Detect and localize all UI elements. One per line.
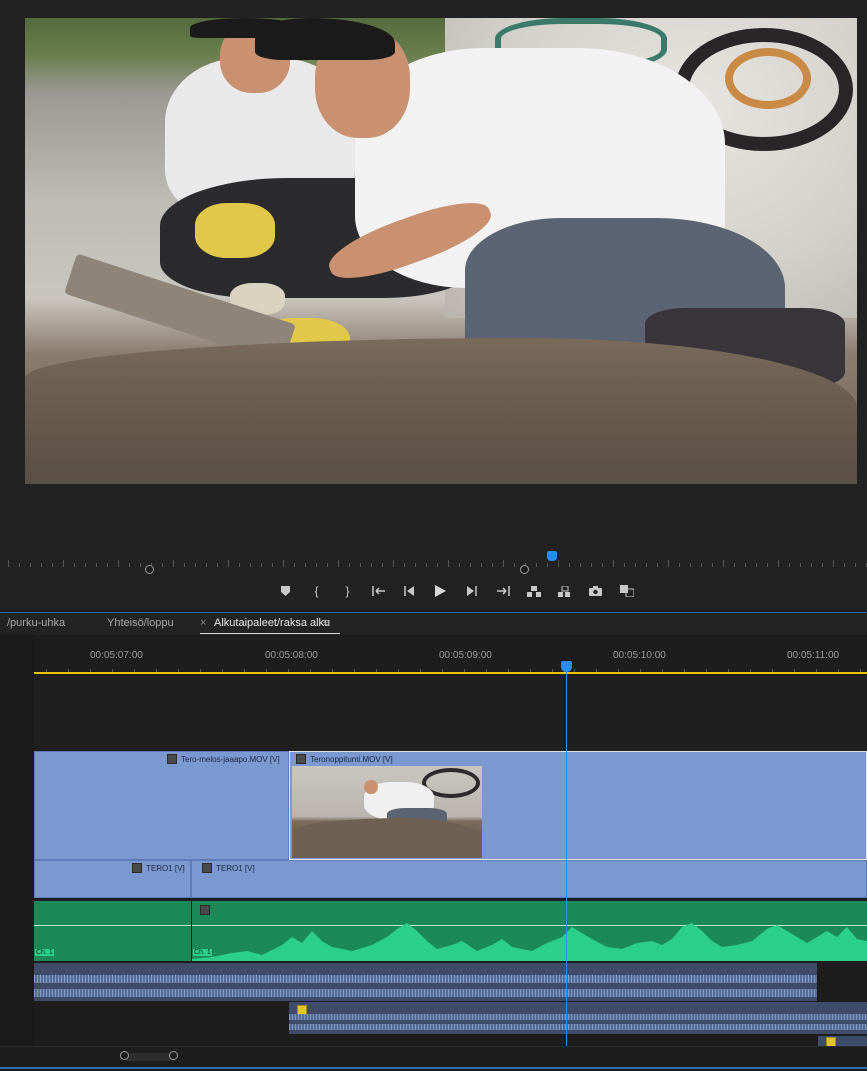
- audio-clip-a[interactable]: Ch. 1: [34, 901, 191, 961]
- step-back-icon: [404, 586, 414, 596]
- mark-out-icon: }: [345, 584, 350, 598]
- audio-clip-b[interactable]: Ch. 1: [192, 901, 867, 961]
- go-to-in-icon: [371, 586, 385, 596]
- track-header-column: [0, 634, 34, 1046]
- compare-view-icon: [619, 585, 634, 597]
- video-track-2: Tero-melos-jaaapo.MOV [V] Teronoppitunti…: [34, 751, 867, 860]
- timeline-playhead[interactable]: [561, 661, 572, 672]
- audio-clip-a2[interactable]: [34, 963, 817, 1001]
- go-to-out-icon: [496, 586, 510, 596]
- audio-clip-a3-tail[interactable]: [818, 1036, 867, 1047]
- tab-purku-uhka[interactable]: /purku-uhka: [7, 617, 65, 629]
- tab-menu-icon[interactable]: ≡: [323, 617, 329, 629]
- lift-icon: [526, 585, 541, 597]
- tab-yhteiso-loppu[interactable]: Yhteisö/loppu: [107, 617, 174, 629]
- timecode-label: 00:05:10:00: [613, 650, 666, 661]
- camera-icon: [589, 586, 602, 596]
- fx-icon: [202, 863, 212, 873]
- zoom-handle-right[interactable]: [520, 565, 529, 574]
- step-back-button[interactable]: [394, 579, 425, 603]
- mark-in-icon: {: [314, 584, 319, 598]
- go-to-in-button[interactable]: [363, 579, 394, 603]
- audio-track-3: [34, 1002, 867, 1047]
- timecode-label: 00:05:07:00: [90, 650, 143, 661]
- timecode-label: 00:05:09:00: [439, 650, 492, 661]
- timecode-label: 00:05:08:00: [265, 650, 318, 661]
- export-frame-button[interactable]: [580, 579, 611, 603]
- step-forward-button[interactable]: [456, 579, 487, 603]
- monitor-playhead[interactable]: [547, 551, 557, 561]
- channel-label: Ch. 1: [35, 949, 54, 956]
- step-forward-icon: [467, 586, 477, 596]
- fx-icon: [167, 754, 177, 764]
- active-tab-indicator: [200, 633, 340, 634]
- mark-in-button[interactable]: {: [301, 579, 332, 603]
- video-preview: [25, 18, 857, 484]
- tab-close-icon[interactable]: ×: [200, 617, 206, 629]
- sequence-tab-bar: /purku-uhka Yhteisö/loppu × Alkutaipalee…: [0, 612, 867, 635]
- clip-teronoppitunti[interactable]: Teronoppitunti.MOV [V]: [289, 751, 867, 860]
- ruler-tick: [8, 560, 9, 567]
- timeline-time-ruler[interactable]: 00:05:07:00 00:05:08:00 00:05:09:00 00:0…: [34, 640, 867, 673]
- timeline-zoom-handle-left[interactable]: [120, 1051, 129, 1060]
- mark-out-button[interactable]: }: [332, 579, 363, 603]
- channel-label: Ch. 1: [193, 949, 212, 956]
- panel-focus-indicator: [0, 1067, 867, 1069]
- fx-icon: [132, 863, 142, 873]
- monitor-zoom-scrollbar[interactable]: [10, 565, 867, 574]
- extract-icon: [557, 585, 570, 597]
- transport-controls: { }: [270, 578, 650, 604]
- video-track-1: TERO1 [V] TERO1 [V]: [34, 860, 867, 898]
- clip-tero1-a[interactable]: TERO1 [V]: [34, 860, 191, 898]
- add-marker-button[interactable]: [270, 579, 301, 603]
- clip-label: TERO1 [V]: [216, 863, 255, 873]
- extract-button[interactable]: [549, 579, 580, 603]
- clip-label: TERO1 [V]: [146, 863, 185, 873]
- zoom-handle-left[interactable]: [145, 565, 154, 574]
- compare-view-button[interactable]: [611, 579, 642, 603]
- clip-label: Teronoppitunti.MOV [V]: [310, 754, 393, 764]
- tab-alkutaipaleet-raksa-alku[interactable]: Alkutaipaleet/raksa alku: [214, 617, 330, 629]
- play-icon: [435, 585, 446, 597]
- timeline-playhead-line: [566, 672, 567, 1047]
- go-to-out-button[interactable]: [487, 579, 518, 603]
- video-track-3: [34, 674, 867, 751]
- audio-clip-a3[interactable]: [289, 1002, 867, 1034]
- audio-track-1: Ch. 1 Ch. 1: [34, 901, 867, 961]
- audio-track-2: [34, 963, 867, 1001]
- clip-tero1-b[interactable]: TERO1 [V]: [191, 860, 867, 898]
- clip-tero-melos-jaaapo[interactable]: Tero-melos-jaaapo.MOV [V]: [34, 751, 289, 860]
- timeline-zoom-handle-right[interactable]: [169, 1051, 178, 1060]
- play-button[interactable]: [425, 579, 456, 603]
- audio-waveform: [192, 923, 867, 961]
- clip-label: Tero-melos-jaaapo.MOV [V]: [181, 754, 280, 764]
- timecode-label: 00:05:11:00: [787, 650, 840, 661]
- clip-thumbnail: [292, 766, 482, 858]
- fx-icon: [296, 754, 306, 764]
- program-monitor: { }: [0, 0, 867, 610]
- lift-button[interactable]: [518, 579, 549, 603]
- marker-icon: [281, 586, 290, 596]
